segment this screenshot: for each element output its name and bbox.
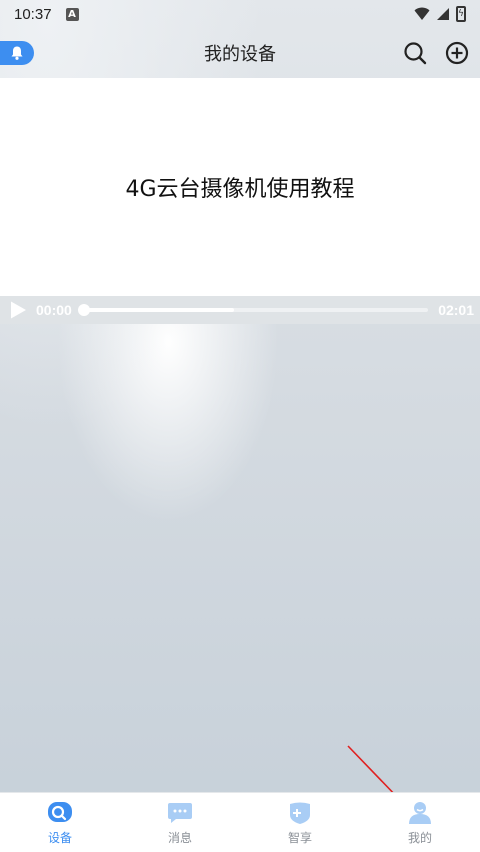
profile-icon: [409, 802, 431, 824]
smart-share-icon: [290, 802, 310, 824]
status-time: 10:37: [14, 5, 52, 23]
duration-time: 02:01: [438, 302, 474, 318]
notification-a-icon: A: [65, 7, 79, 21]
notification-bell-button[interactable]: [0, 41, 34, 65]
top-bar: 我的设备: [0, 30, 480, 76]
current-time: 00:00: [36, 302, 72, 318]
battery-icon: ϟ: [456, 6, 466, 22]
video-screen[interactable]: 4G云台摄像机使用教程: [0, 78, 480, 296]
status-bar: 10:37 A ϟ: [0, 0, 480, 28]
video-title: 4G云台摄像机使用教程: [125, 177, 355, 202]
tutorial-video-player[interactable]: 4G云台摄像机使用教程 00:00 02:01: [0, 78, 480, 324]
plus-circle-icon: [445, 41, 469, 65]
nav-label-devices: 设备: [47, 831, 72, 845]
progress-buffered: [81, 308, 235, 312]
progress-bar[interactable]: [77, 304, 428, 316]
nav-label-messages: 消息: [167, 831, 192, 845]
cell-signal-icon: [437, 8, 449, 20]
nav-item-smart-share[interactable]: 智享: [240, 793, 360, 852]
nav-label-smart-share: 智享: [287, 831, 312, 845]
message-icon: [168, 803, 192, 823]
bottom-nav: 设备 消息 智享 我的: [0, 792, 480, 852]
bell-icon: [11, 46, 23, 60]
add-device-button[interactable]: [445, 41, 469, 65]
nav-item-messages[interactable]: 消息: [120, 793, 240, 852]
search-icon: [404, 42, 427, 65]
search-button[interactable]: [403, 41, 427, 65]
play-icon[interactable]: [8, 300, 28, 320]
progress-thumb[interactable]: [77, 304, 90, 316]
video-controls: 00:00 02:01: [0, 296, 480, 324]
wifi-icon: [414, 7, 430, 20]
device-camera-icon: [48, 802, 72, 822]
nav-label-profile: 我的: [407, 831, 432, 845]
status-indicators: ϟ: [414, 6, 466, 22]
nav-item-devices[interactable]: 设备: [0, 793, 120, 852]
page-title: 我的设备: [204, 44, 276, 65]
nav-item-profile[interactable]: 我的: [360, 793, 480, 852]
